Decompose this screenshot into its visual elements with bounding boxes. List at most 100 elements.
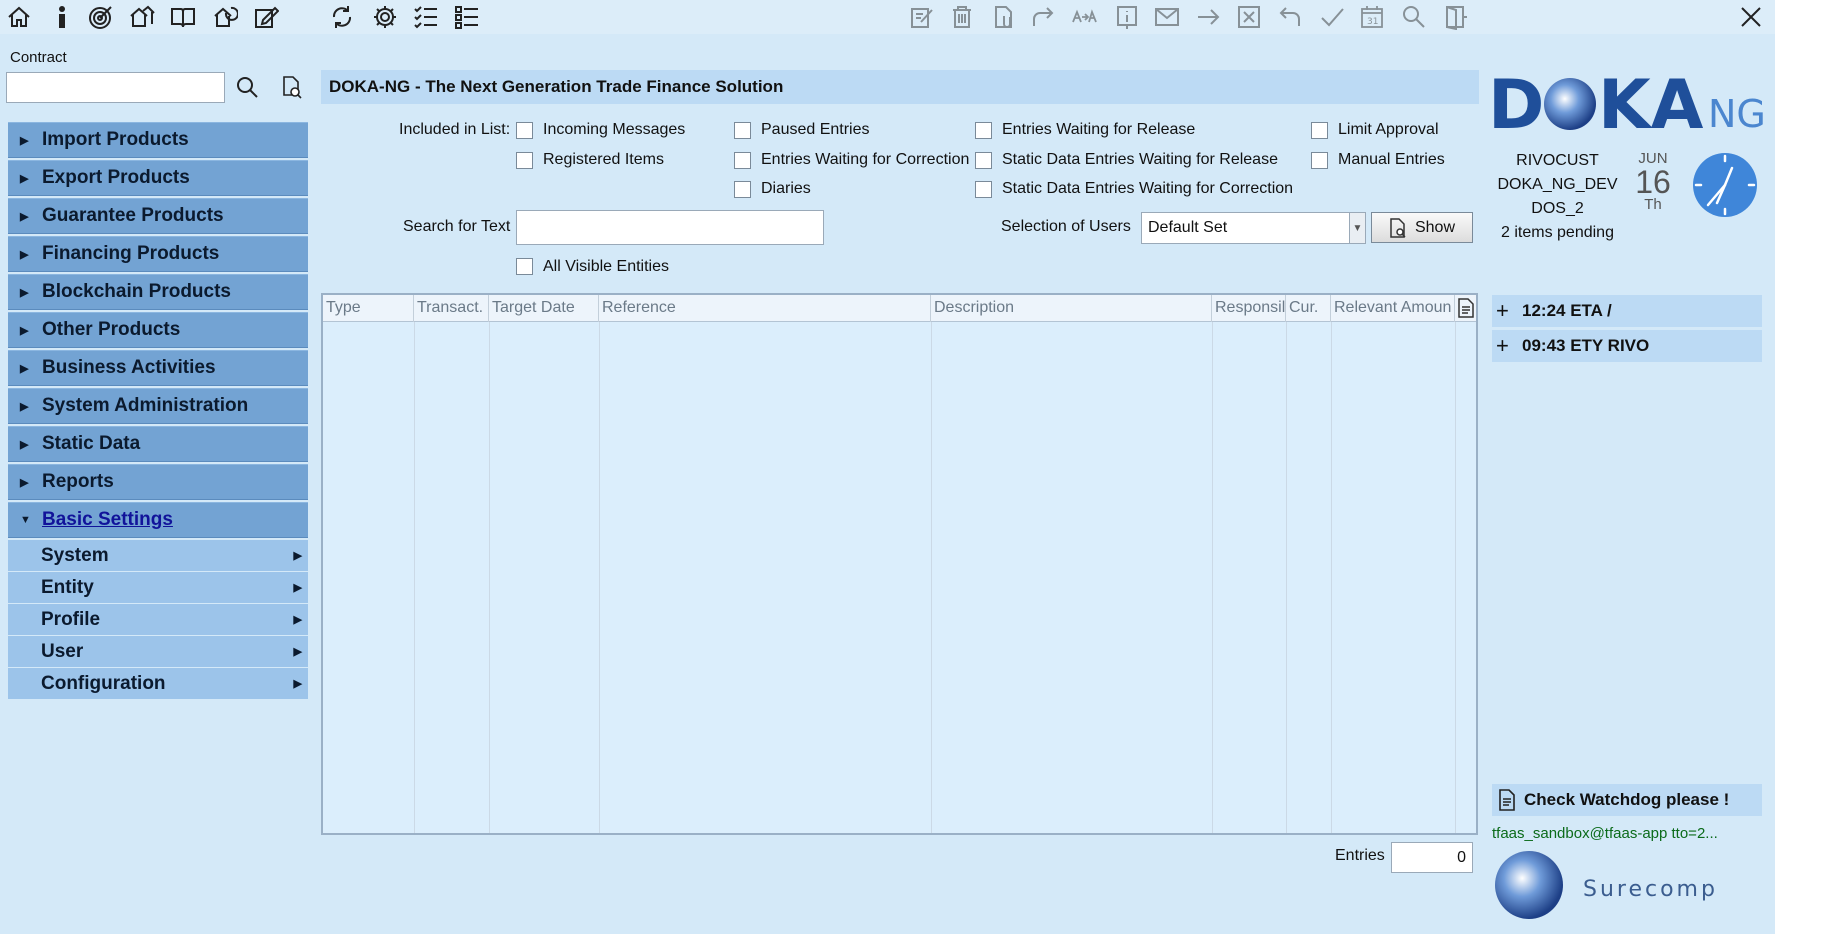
export-list-icon[interactable] xyxy=(1455,297,1477,319)
entries-waiting-release-label: Entries Waiting for Release xyxy=(1002,121,1196,138)
surecomp-logo: Surecomp xyxy=(1495,851,1715,919)
contract-label: Contract xyxy=(10,49,67,66)
menu-item-basic-settings[interactable]: ▼ Basic Settings xyxy=(8,502,308,538)
submenu-item-configuration[interactable]: Configuration ▶ xyxy=(8,668,308,699)
diaries-checkbox[interactable] xyxy=(734,181,751,198)
chevron-down-icon[interactable]: ▼ xyxy=(1349,213,1365,243)
static-data-waiting-correction-label: Static Data Entries Waiting for Correcti… xyxy=(1002,180,1294,197)
book-icon[interactable] xyxy=(168,2,198,32)
entries-label: Entries xyxy=(1335,847,1385,864)
menu-item-other-products[interactable]: ▶ Other Products xyxy=(8,312,308,348)
check-icon[interactable] xyxy=(1317,2,1347,32)
submenu-item-profile[interactable]: Profile ▶ xyxy=(8,604,308,635)
menu-item-label: Import Products xyxy=(42,129,189,150)
home-icon[interactable] xyxy=(4,2,34,32)
entries-waiting-correction-label: Entries Waiting for Correction xyxy=(761,151,970,168)
entries-count: 0 xyxy=(1391,842,1473,873)
trash-icon[interactable] xyxy=(947,2,977,32)
incoming-messages-checkbox[interactable] xyxy=(516,122,533,139)
search-text-input[interactable] xyxy=(516,210,824,245)
expand-plus-icon[interactable]: + xyxy=(1496,333,1522,359)
submenu-arrow-icon: ▶ xyxy=(293,614,302,626)
info-icon[interactable] xyxy=(47,2,77,32)
expand-plus-icon[interactable]: + xyxy=(1496,298,1522,324)
checklist-icon[interactable] xyxy=(411,2,441,32)
undo-icon[interactable] xyxy=(1275,2,1305,32)
column-header-reference[interactable]: Reference xyxy=(599,295,931,322)
menu-item-label: Reports xyxy=(42,471,114,492)
users-select[interactable]: Default Set ▼ xyxy=(1141,212,1366,244)
registered-items-checkbox[interactable] xyxy=(516,152,533,169)
forward-icon[interactable] xyxy=(1028,2,1058,32)
edit-doc-icon[interactable] xyxy=(907,2,937,32)
target-icon[interactable] xyxy=(86,2,116,32)
houses-icon[interactable] xyxy=(127,2,157,32)
cancel-box-icon[interactable] xyxy=(1234,2,1264,32)
calendar-day: 16 xyxy=(1635,164,1671,200)
menu-item-financing-products[interactable]: ▶ Financing Products xyxy=(8,236,308,272)
transfer-icon[interactable] xyxy=(1069,2,1099,32)
limit-approval-checkbox[interactable] xyxy=(1311,122,1328,139)
column-header-responsible[interactable]: Responsil xyxy=(1212,295,1286,322)
menu-item-static-data[interactable]: ▶ Static Data xyxy=(8,426,308,462)
column-header-relevant-amount[interactable]: Relevant Amoun xyxy=(1331,295,1455,322)
paused-entries-checkbox[interactable] xyxy=(734,122,751,139)
submenu-item-label: Configuration xyxy=(41,672,166,694)
arrow-right-icon[interactable] xyxy=(1193,2,1223,32)
incoming-messages-label: Incoming Messages xyxy=(543,121,686,138)
selection-of-users-label: Selection of Users xyxy=(1001,218,1131,235)
submenu-item-label: User xyxy=(41,640,84,662)
watchdog-alert[interactable]: Check Watchdog please ! xyxy=(1492,784,1762,816)
expand-arrow-icon: ▶ xyxy=(20,324,29,337)
expand-arrow-icon: ▶ xyxy=(20,286,29,299)
static-data-waiting-release-checkbox[interactable] xyxy=(975,152,992,169)
column-header-description[interactable]: Description xyxy=(931,295,1212,322)
calendar-icon[interactable]: 31 xyxy=(1357,2,1387,32)
menu-item-label: Guarantee Products xyxy=(42,205,224,226)
event-item[interactable]: + 12:24 ETA / xyxy=(1492,295,1762,327)
mail-icon[interactable] xyxy=(1152,2,1182,32)
menu-item-export-products[interactable]: ▶ Export Products xyxy=(8,160,308,196)
door-icon[interactable] xyxy=(1441,2,1471,32)
environment-name: DOKA_NG_DEV xyxy=(1497,176,1618,193)
expand-arrow-icon: ▶ xyxy=(20,134,29,147)
settings-icon[interactable] xyxy=(370,2,400,32)
expand-arrow-icon: ▶ xyxy=(20,400,29,413)
column-header-type[interactable]: Type xyxy=(323,295,414,322)
session-user-info: tfaas_sandbox@tfaas-app tto=2... xyxy=(1492,825,1718,842)
home-refresh-icon[interactable] xyxy=(210,2,240,32)
attach-icon[interactable] xyxy=(989,2,1019,32)
static-data-waiting-correction-checkbox[interactable] xyxy=(975,181,992,198)
list-icon[interactable] xyxy=(452,2,482,32)
menu-item-guarantee-products[interactable]: ▶ Guarantee Products xyxy=(8,198,308,234)
menu-item-blockchain-products[interactable]: ▶ Blockchain Products xyxy=(8,274,308,310)
entries-waiting-correction-checkbox[interactable] xyxy=(734,152,751,169)
edit-icon[interactable] xyxy=(251,2,281,32)
column-divider xyxy=(1286,322,1287,833)
info-box-icon[interactable] xyxy=(1112,2,1142,32)
submenu-item-system[interactable]: System ▶ xyxy=(8,540,308,571)
contract-document-icon[interactable] xyxy=(277,72,307,102)
manual-entries-label: Manual Entries xyxy=(1338,151,1445,168)
menu-item-import-products[interactable]: ▶ Import Products xyxy=(8,122,308,158)
all-visible-entities-checkbox[interactable] xyxy=(516,258,533,275)
collapse-arrow-icon: ▼ xyxy=(20,514,31,526)
submenu-item-user[interactable]: User ▶ xyxy=(8,636,308,667)
contract-input[interactable] xyxy=(6,72,225,103)
menu-item-reports[interactable]: ▶ Reports xyxy=(8,464,308,500)
column-header-target-date[interactable]: Target Date xyxy=(489,295,599,322)
close-icon[interactable] xyxy=(1736,2,1766,32)
column-header-transaction[interactable]: Transact. xyxy=(414,295,489,322)
menu-item-system-administration[interactable]: ▶ System Administration xyxy=(8,388,308,424)
right-blank-strip xyxy=(1775,0,1840,934)
submenu-item-entity[interactable]: Entity ▶ xyxy=(8,572,308,603)
contract-search-icon[interactable] xyxy=(232,72,262,102)
event-item[interactable]: + 09:43 ETY RIVO xyxy=(1492,330,1762,362)
menu-item-business-activities[interactable]: ▶ Business Activities xyxy=(8,350,308,386)
column-header-currency[interactable]: Cur. xyxy=(1286,295,1331,322)
entries-waiting-release-checkbox[interactable] xyxy=(975,122,992,139)
refresh-icon[interactable] xyxy=(327,2,357,32)
show-button[interactable]: Show xyxy=(1371,212,1473,243)
search-icon[interactable] xyxy=(1399,2,1429,32)
manual-entries-checkbox[interactable] xyxy=(1311,152,1328,169)
